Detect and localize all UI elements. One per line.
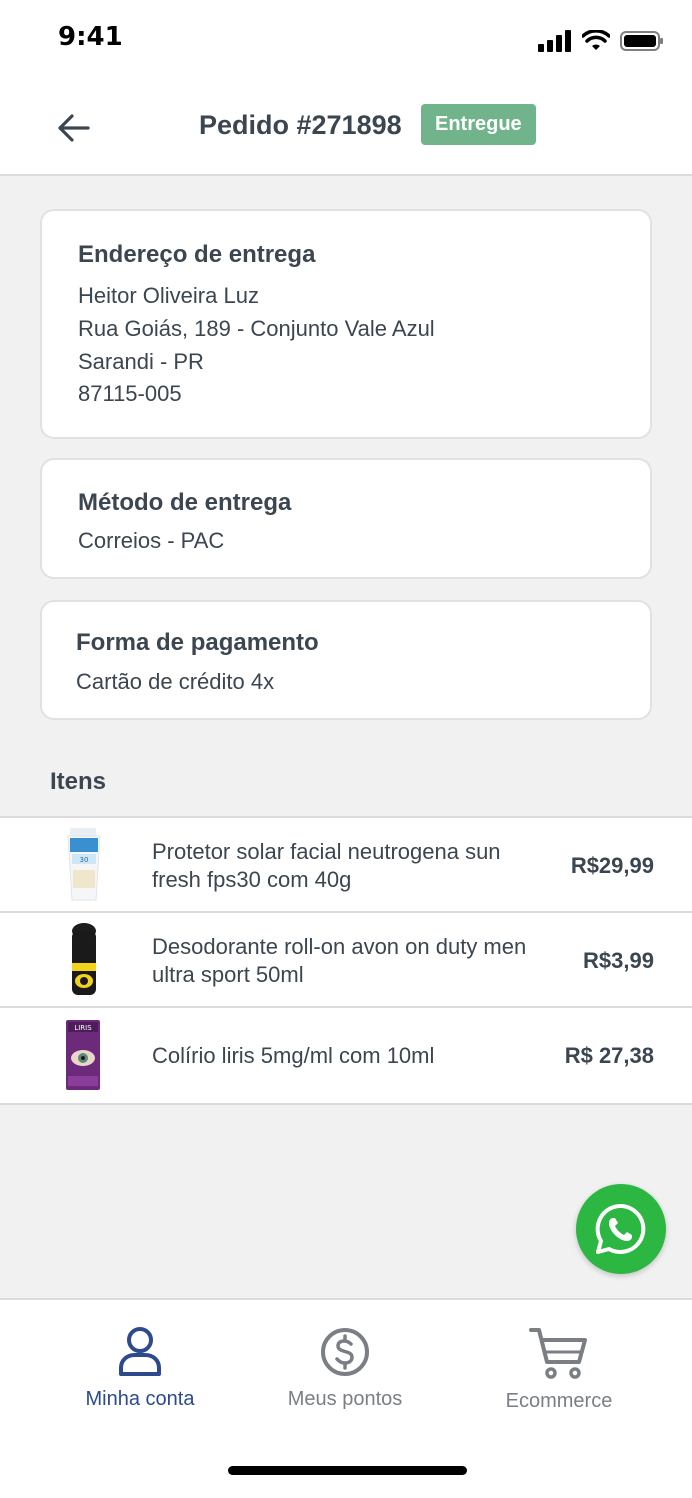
arrow-left-icon (58, 114, 90, 142)
status-icons (538, 30, 664, 52)
svg-text:30: 30 (80, 856, 89, 864)
delivery-address-card: Endereço de entrega Heitor Oliveira Luz … (40, 209, 652, 439)
status-badge: Entregue (421, 104, 536, 145)
battery-icon (620, 31, 663, 51)
item-price: R$3,99 (583, 947, 654, 973)
item-name: Colírio liris 5mg/ml com 10ml (152, 1042, 435, 1068)
recipient-name: Heitor Oliveira Luz (78, 283, 259, 308)
list-item[interactable]: Desodorante roll-on avon on duty men ult… (0, 913, 692, 1008)
nav-item-minha-conta[interactable]: Minha conta (50, 1326, 230, 1411)
delivery-method-card: Método de entrega Correios - PAC (40, 458, 652, 579)
city-state: Sarandi - PR (78, 349, 204, 374)
card-title: Endereço de entrega (78, 241, 316, 268)
card-title: Método de entrega (78, 489, 292, 516)
svg-text:LIRIS: LIRIS (74, 1024, 92, 1032)
whatsapp-icon (595, 1203, 646, 1254)
delivery-method-value: Correios - PAC (78, 528, 225, 553)
nav-label: Ecommerce (505, 1390, 613, 1412)
dollar-coin-icon (321, 1328, 369, 1376)
whatsapp-button[interactable] (576, 1184, 666, 1274)
postal-code: 87115-005 (78, 381, 182, 406)
street-address: Rua Goiás, 189 - Conjunto Vale Azul (78, 316, 435, 341)
deodorant-product-image (72, 923, 96, 995)
nav-item-ecommerce[interactable]: Ecommerce (469, 1326, 649, 1413)
signal-icon (538, 30, 571, 52)
list-item[interactable]: 30 Protetor solar facial neutrogena sun … (0, 818, 692, 913)
home-indicator (228, 1466, 467, 1475)
items-heading: Itens (50, 768, 107, 795)
user-icon (119, 1327, 161, 1376)
payment-value: Cartão de crédito 4x (76, 669, 275, 694)
card-title: Forma de pagamento (76, 629, 319, 656)
status-time: 9:41 (58, 22, 123, 52)
list-item[interactable]: LIRIS Colírio liris 5mg/ml com 10ml R$ 2… (0, 1008, 692, 1103)
eye-drops-product-image: LIRIS (66, 1020, 100, 1090)
item-price: R$ 27,38 (564, 1042, 654, 1068)
nav-label: Meus pontos (287, 1388, 403, 1410)
status-bar: 9:41 (0, 0, 692, 78)
items-list: 30 Protetor solar facial neutrogena sun … (0, 816, 692, 1105)
nav-label: Minha conta (85, 1388, 195, 1410)
cart-icon (529, 1328, 587, 1379)
item-name: Desodorante roll-on avon on duty men ult… (152, 933, 527, 987)
back-button[interactable] (54, 108, 94, 148)
item-price: R$29,99 (570, 852, 654, 878)
sunscreen-product-image: 30 (67, 828, 101, 901)
wifi-icon (582, 30, 610, 50)
header: Pedido #271898 Entregue (0, 78, 692, 176)
payment-card: Forma de pagamento Cartão de crédito 4x (40, 600, 652, 720)
nav-item-meus-pontos[interactable]: Meus pontos (255, 1326, 435, 1411)
page-title: Pedido #271898 (199, 110, 402, 140)
item-name: Protetor solar facial neutrogena sun fre… (152, 838, 501, 892)
